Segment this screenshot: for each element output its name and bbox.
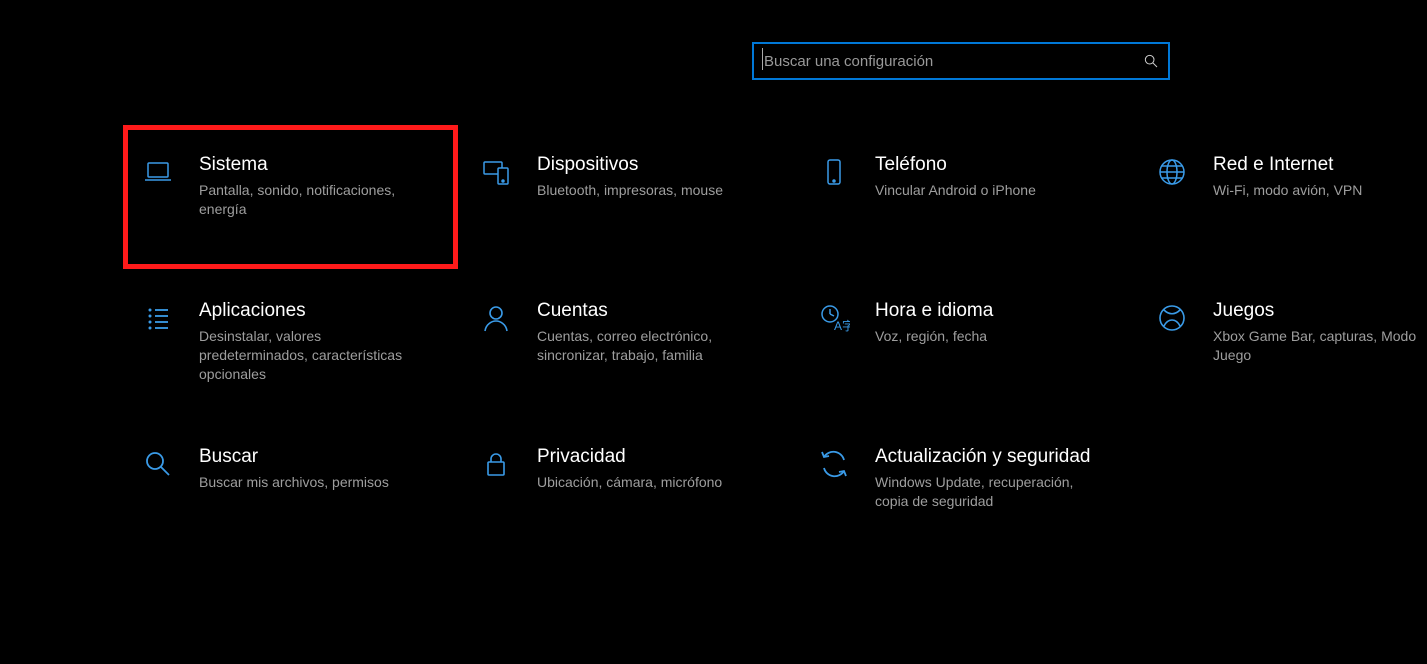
category-title: Cuentas (537, 300, 757, 323)
search-input[interactable] (754, 44, 1134, 78)
category-title: Sistema (199, 154, 419, 177)
category-privacy[interactable]: Privacidad Ubicación, cámara, micrófono (473, 442, 793, 540)
category-phone[interactable]: Teléfono Vincular Android o iPhone (811, 150, 1131, 248)
settings-search[interactable] (752, 42, 1170, 80)
category-subtitle: Vincular Android o iPhone (875, 181, 1036, 200)
category-title: Red e Internet (1213, 154, 1362, 177)
category-title: Juegos (1213, 300, 1427, 323)
category-subtitle: Pantalla, sonido, notificaciones, energí… (199, 181, 419, 219)
category-title: Hora e idioma (875, 300, 993, 323)
globe-icon (1151, 154, 1193, 188)
category-time-language[interactable]: A字 Hora e idioma Voz, región, fecha (811, 296, 1131, 394)
category-title: Buscar (199, 446, 389, 469)
lock-icon (475, 446, 517, 480)
category-title: Actualización y seguridad (875, 446, 1095, 469)
category-subtitle: Windows Update, recuperación, copia de s… (875, 473, 1095, 511)
person-icon (475, 300, 517, 334)
xbox-icon (1151, 300, 1193, 334)
category-title: Aplicaciones (199, 300, 419, 323)
apps-list-icon (137, 300, 179, 334)
time-language-icon: A字 (813, 300, 855, 334)
category-gaming[interactable]: Juegos Xbox Game Bar, capturas, Modo Jue… (1149, 296, 1427, 394)
category-title: Dispositivos (537, 154, 723, 177)
category-subtitle: Buscar mis archivos, permisos (199, 473, 389, 492)
devices-icon (475, 154, 517, 188)
category-subtitle: Ubicación, cámara, micrófono (537, 473, 722, 492)
category-search[interactable]: Buscar Buscar mis archivos, permisos (135, 442, 455, 540)
category-subtitle: Desinstalar, valores predeterminados, ca… (199, 327, 419, 384)
svg-text:A字: A字 (834, 318, 850, 333)
text-caret (762, 48, 763, 70)
settings-categories-grid: Sistema Pantalla, sonido, notificaciones… (135, 150, 1415, 540)
search-icon (1134, 44, 1168, 78)
laptop-icon (137, 154, 179, 188)
sync-icon (813, 446, 855, 480)
magnifier-icon (137, 446, 179, 480)
category-title: Privacidad (537, 446, 722, 469)
category-subtitle: Voz, región, fecha (875, 327, 993, 346)
category-subtitle: Cuentas, correo electrónico, sincronizar… (537, 327, 757, 365)
category-devices[interactable]: Dispositivos Bluetooth, impresoras, mous… (473, 150, 793, 248)
category-system[interactable]: Sistema Pantalla, sonido, notificaciones… (135, 150, 455, 248)
category-title: Teléfono (875, 154, 1036, 177)
category-subtitle: Xbox Game Bar, capturas, Modo Juego (1213, 327, 1427, 365)
category-update-security[interactable]: Actualización y seguridad Windows Update… (811, 442, 1131, 540)
category-subtitle: Bluetooth, impresoras, mouse (537, 181, 723, 200)
phone-icon (813, 154, 855, 188)
category-network[interactable]: Red e Internet Wi-Fi, modo avión, VPN (1149, 150, 1427, 248)
category-apps[interactable]: Aplicaciones Desinstalar, valores predet… (135, 296, 455, 394)
category-accounts[interactable]: Cuentas Cuentas, correo electrónico, sin… (473, 296, 793, 394)
category-subtitle: Wi-Fi, modo avión, VPN (1213, 181, 1362, 200)
